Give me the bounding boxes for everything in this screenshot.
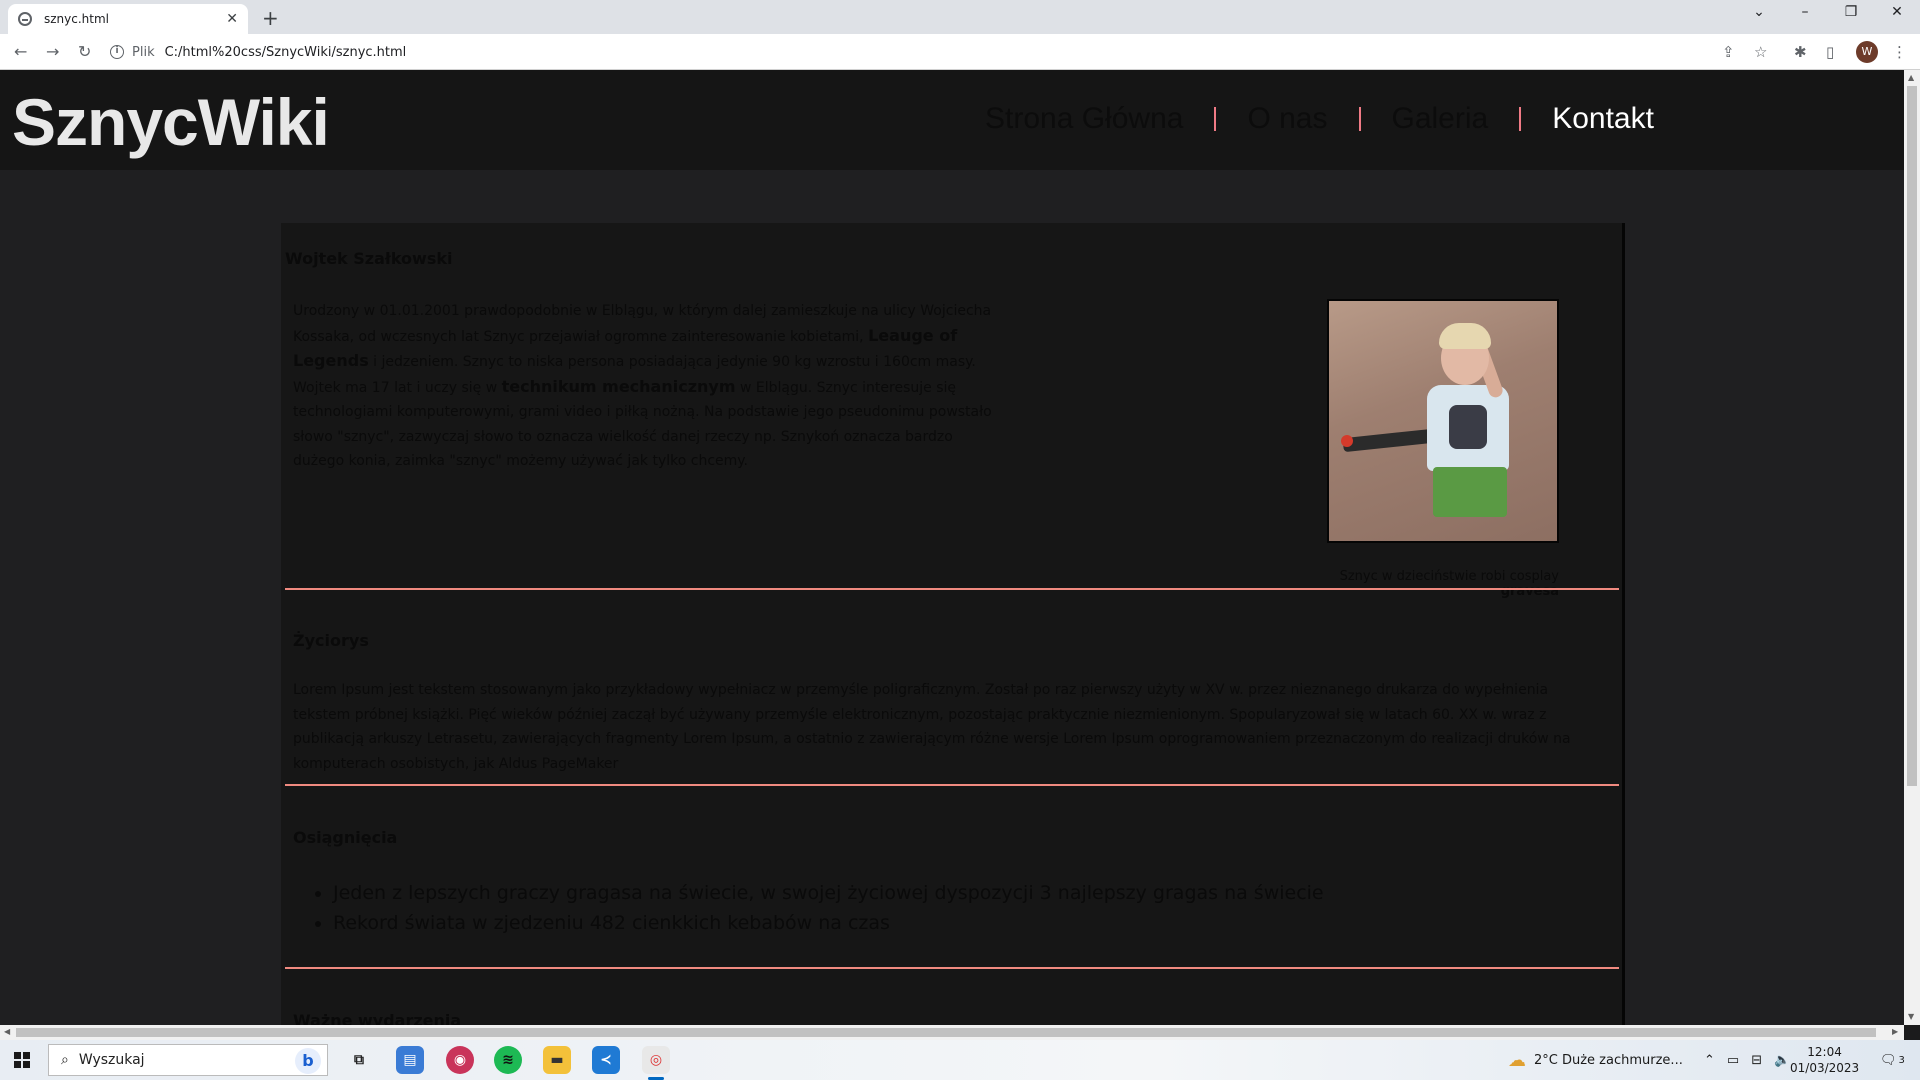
widgets-icon[interactable]: ▤ xyxy=(396,1046,424,1074)
browser-tab-strip: sznyc.html ✕ + ⌄ – ❐ ✕ xyxy=(0,0,1920,34)
extensions-icon[interactable]: ✱ xyxy=(1794,43,1807,61)
notifications-button[interactable]: 🗨 3 xyxy=(1880,1040,1905,1080)
reload-icon[interactable]: ↻ xyxy=(78,42,91,61)
spotify-icon[interactable]: ≋ xyxy=(494,1046,522,1074)
task-view-icon[interactable]: ⧉ xyxy=(345,1046,373,1074)
vertical-scrollbar[interactable]: ▲ ▼ xyxy=(1904,70,1920,1025)
list-item: Jeden z lepszych graczy gragasa na świec… xyxy=(333,878,1324,908)
profile-bio: Urodzony w 01.01.2001 prawdopodobnie w E… xyxy=(293,303,992,469)
section-title-zyciorys: Życiorys xyxy=(293,631,369,650)
restore-button[interactable]: ❐ xyxy=(1828,4,1874,20)
globe-icon xyxy=(18,12,32,26)
profile-avatar[interactable]: W xyxy=(1856,41,1878,63)
section-divider xyxy=(285,967,1619,969)
scrollbar-thumb[interactable] xyxy=(16,1028,1876,1037)
chrome-icon[interactable]: ◎ xyxy=(642,1046,670,1080)
address-url[interactable]: C:/html%20css/SznycWiki/sznyc.html xyxy=(165,45,407,60)
nav-galeria[interactable]: Galeria xyxy=(1361,102,1520,136)
chat-app-icon[interactable]: ◉ xyxy=(446,1046,474,1074)
achievements-list: Jeden z lepszych graczy gragasa na świec… xyxy=(333,878,1324,938)
section-divider xyxy=(285,588,1619,590)
site-header: SznycWiki Strona Główna O nas Galeria Ko… xyxy=(0,70,1904,170)
browser-toolbar: ← → ↻ i Plik C:/html%20css/SznycWiki/szn… xyxy=(0,34,1920,70)
bing-icon[interactable]: b xyxy=(295,1048,321,1074)
nav-kontakt[interactable]: Kontakt xyxy=(1521,102,1685,136)
main-nav: Strona Główna O nas Galeria Kontakt xyxy=(985,102,1685,136)
weather-widget[interactable]: ☁ 2°C Duże zachmurze... xyxy=(1508,1040,1683,1080)
browser-tab[interactable]: sznyc.html ✕ xyxy=(8,4,248,34)
menu-icon[interactable]: ⋮ xyxy=(1892,43,1907,61)
section-title-wazne-wydarzenia: Ważne wydarzenia xyxy=(293,1011,462,1025)
side-panel-icon[interactable]: ▯ xyxy=(1826,43,1834,61)
weather-text: 2°C Duże zachmurze... xyxy=(1534,1052,1683,1068)
nav-strona-glowna[interactable]: Strona Główna xyxy=(985,102,1214,136)
notification-count: 3 xyxy=(1898,1054,1905,1066)
scroll-left-icon[interactable]: ◀ xyxy=(4,1027,10,1036)
file-explorer-icon[interactable]: ▬ xyxy=(543,1046,571,1074)
forward-icon[interactable]: → xyxy=(46,42,59,61)
vscode-icon[interactable]: ≺ xyxy=(592,1046,620,1074)
address-bar[interactable]: i Plik C:/html%20css/SznycWiki/sznyc.htm… xyxy=(110,38,1790,66)
clock-date: 01/03/2023 xyxy=(1790,1061,1860,1075)
new-tab-button[interactable]: + xyxy=(262,6,279,30)
scroll-up-icon[interactable]: ▲ xyxy=(1908,73,1914,82)
minimize-button[interactable]: – xyxy=(1782,4,1828,20)
list-item: Rekord świata w zjedzeniu 482 cienkkich … xyxy=(333,908,1324,938)
tab-title: sznyc.html xyxy=(44,12,110,26)
network-icon[interactable]: ⊟ xyxy=(1751,1053,1762,1068)
page-viewport: SznycWiki Strona Główna O nas Galeria Ko… xyxy=(0,70,1904,1025)
info-icon[interactable]: i xyxy=(110,45,124,59)
clock-time: 12:04 xyxy=(1807,1045,1842,1059)
taskbar-clock[interactable]: 12:04 01/03/2023 xyxy=(1790,1044,1859,1076)
section-title-osiagniecia: Osiągnięcia xyxy=(293,828,398,847)
scrollbar-thumb[interactable] xyxy=(1907,86,1917,786)
nav-o-nas[interactable]: O nas xyxy=(1216,102,1358,136)
search-placeholder: Wyszukaj xyxy=(78,1052,145,1068)
bio-highlight-school: technikum mechanicznym xyxy=(501,376,736,396)
search-icon: ⌕ xyxy=(61,1052,69,1068)
profile-card: Wojtek Szałkowski Urodzony w 01.01.2001 … xyxy=(281,223,1625,1025)
address-scheme-label: Plik xyxy=(132,44,155,60)
volume-icon[interactable]: 🔈 xyxy=(1774,1053,1790,1068)
taskbar-search[interactable]: ⌕ Wyszukaj b xyxy=(48,1044,328,1076)
close-window-button[interactable]: ✕ xyxy=(1874,4,1920,20)
close-tab-icon[interactable]: ✕ xyxy=(226,11,238,27)
horizontal-scrollbar[interactable]: ◀ ▶ xyxy=(0,1025,1904,1040)
notification-icon: 🗨 xyxy=(1880,1052,1897,1068)
start-button[interactable] xyxy=(14,1052,30,1068)
cloud-icon: ☁ xyxy=(1508,1049,1526,1071)
profile-photo xyxy=(1327,299,1559,543)
windows-taskbar: ⌕ Wyszukaj b ⧉ ▤ ◉ ≋ ▬ ≺ ◎ ☁ 2°C Duże za… xyxy=(0,1040,1920,1080)
system-tray: ⌃ ▭ ⊟ 🔈 xyxy=(1704,1040,1790,1080)
bookmark-star-icon[interactable]: ☆ xyxy=(1754,43,1767,61)
chevron-up-icon[interactable]: ⌃ xyxy=(1704,1053,1715,1068)
share-icon[interactable]: ⇪ xyxy=(1722,43,1735,61)
zyciorys-text: Lorem Ipsum jest tekstem stosowanym jako… xyxy=(293,682,1571,772)
tab-search-icon[interactable]: ⌄ xyxy=(1736,4,1782,20)
scroll-down-icon[interactable]: ▼ xyxy=(1908,1012,1914,1021)
back-icon[interactable]: ← xyxy=(14,42,27,61)
profile-name: Wojtek Szałkowski xyxy=(285,249,453,268)
section-divider xyxy=(285,784,1619,786)
site-logo[interactable]: SznycWiki xyxy=(12,84,330,160)
photo-caption: Sznyc w dzieciństwie robi cosplay graves… xyxy=(1339,569,1559,599)
scroll-right-icon[interactable]: ▶ xyxy=(1892,1027,1898,1036)
battery-icon[interactable]: ▭ xyxy=(1727,1053,1739,1068)
